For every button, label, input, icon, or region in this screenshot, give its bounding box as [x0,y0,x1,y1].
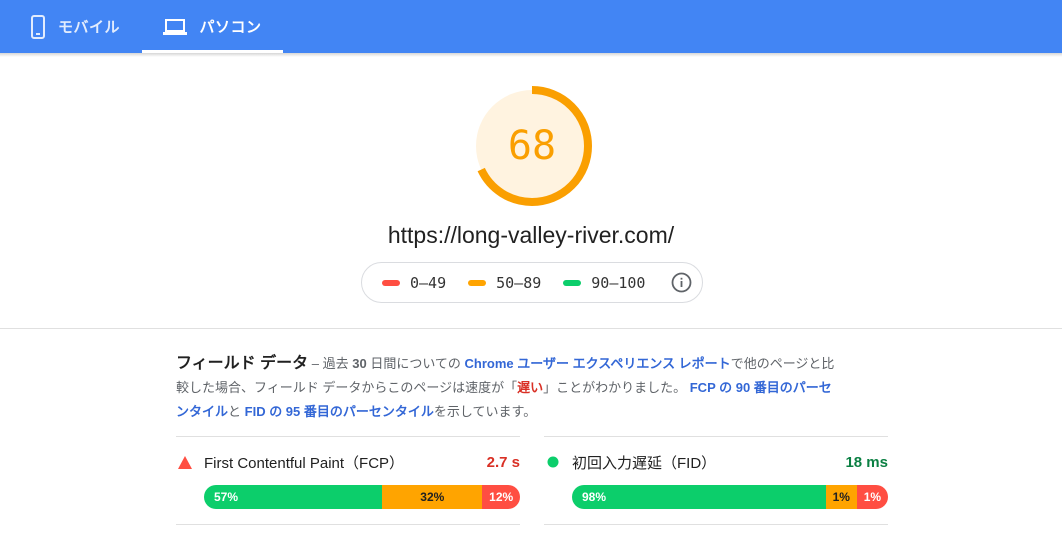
metric-fid-value: 18 ms [845,453,888,471]
metric-fcp: First Contentful Paint（FCP） 2.7 s [178,450,520,474]
field-data-days: 30 [352,356,367,371]
metric-fcp-value: 2.7 s [486,453,520,471]
fcp-distribution-bar: 57% 32% 12% [204,485,520,509]
metric-fid: 初回入力遅延（FID） 18 ms [547,450,888,474]
legend-swatch-orange [468,279,487,286]
tab-desktop-label: パソコン [199,19,262,36]
legend-label-pass: 90–100 [591,273,646,292]
tab-mobile-label: モバイル [58,19,121,36]
field-data-title: フィールド データ [176,355,309,372]
distribution-segment-fast: 57% [204,485,383,509]
tab-desktop[interactable]: パソコン [142,0,283,53]
field-data-text-6: を示しています。 [433,404,537,419]
field-data-description: フィールド データ – 過去 30 日間についての Chrome ユーザー エク… [176,352,836,424]
performance-score: 68 [507,123,557,169]
triangle-warning-icon [178,455,192,469]
section-divider [0,328,1062,329]
metric-divider-top [176,436,520,437]
crux-report-link[interactable]: Chrome ユーザー エクスペリエンス レポート [465,356,731,371]
field-data-dash: – [308,356,323,371]
page-url: https://long-valley-river.com/ [387,222,675,248]
legend-item-average: 50–89 [468,274,541,292]
distribution-segment-average: 1% [825,485,857,509]
field-data-text-2: 日間についての [366,356,465,371]
distribution-segment-fast: 98% [572,485,826,509]
distribution-segment-slow: 1% [856,485,888,509]
metric-divider-bottom [176,524,520,525]
info-icon[interactable] [671,272,692,293]
field-data-text-1: 過去 [322,356,353,371]
laptop-icon [163,18,188,36]
legend-swatch-red [382,279,400,286]
score-legend: 0–49 50–89 90–100 [361,262,703,303]
fid-percentile-link[interactable]: FID の 95 番目のパーセンタイル [245,404,434,419]
top-tab-bar: モバイル パソコン [0,0,1062,53]
distribution-segment-slow: 12% [482,485,520,509]
legend-item-fail: 0–49 [382,274,446,292]
fid-distribution-bar: 98% 1% 1% [572,485,888,509]
field-data-text-4: 」ことがわかりました。 [543,380,690,395]
green-circle-icon [547,456,559,468]
tab-mobile[interactable]: モバイル [30,0,120,53]
metric-fcp-name: First Contentful Paint（FCP） [204,454,405,472]
legend-swatch-green [563,279,582,286]
field-data-text-5: と [228,404,245,419]
tab-bar-shadow [0,53,1062,57]
legend-label-fail: 0–49 [410,273,447,292]
metric-fid-name: 初回入力遅延（FID） [572,454,717,472]
distribution-segment-average: 32% [382,485,483,509]
metric-divider-bottom [544,524,888,525]
legend-item-pass: 90–100 [563,274,645,292]
metric-divider-top [544,436,888,437]
speed-verdict: 遅い [517,380,544,395]
smartphone-icon [30,14,46,39]
legend-label-average: 50–89 [496,273,542,292]
